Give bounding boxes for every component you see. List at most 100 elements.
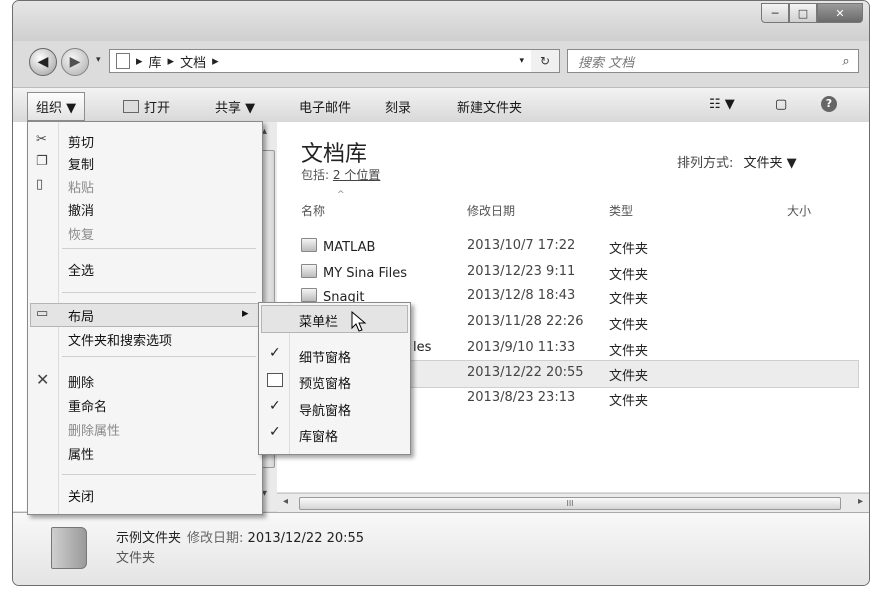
includes-locations-link[interactable]: 2 个位置 [333, 168, 380, 182]
menu-item-undo[interactable]: 撤消 [68, 200, 94, 219]
preview-pane-icon [267, 373, 283, 387]
details-item-name: 示例文件夹 [116, 531, 182, 546]
back-arrow-icon: ◀ [37, 54, 49, 70]
address-row: ◀ ▶ ▾ ▸ 库 ▸ 文档 ▸ ▾ ↻ 搜索 文档 ⌕ [13, 45, 869, 77]
check-icon: ✓ [269, 424, 281, 440]
menu-separator [62, 292, 256, 293]
breadcrumb-separator: ▸ [212, 53, 219, 69]
minimize-button[interactable]: ─ [761, 3, 789, 23]
column-header-size[interactable]: 大小 [787, 202, 811, 219]
scroll-right-icon[interactable]: ▸ [858, 496, 863, 507]
menu-item-library-pane[interactable]: 库窗格 [299, 426, 338, 445]
details-modified-value: 2013/12/22 20:55 [247, 531, 365, 546]
menu-item-paste[interactable]: 粘贴 [68, 177, 94, 196]
file-name: MY Sina Files [301, 264, 407, 281]
file-row[interactable]: MATLAB 2013/10/7 17:22 文件夹 [277, 234, 857, 260]
menu-item-properties[interactable]: 属性 [68, 444, 94, 463]
search-icon[interactable]: ⌕ [834, 54, 858, 69]
check-icon: ✓ [269, 398, 281, 414]
file-type: 文件夹 [609, 292, 649, 307]
breadcrumb-separator: ▸ [136, 53, 143, 69]
refresh-button[interactable]: ↻ [531, 49, 560, 73]
file-name: MATLAB [301, 238, 375, 255]
file-type: 文件夹 [609, 268, 649, 283]
arrange-dropdown[interactable]: 文件夹 ▼ [744, 156, 797, 171]
open-label: 打开 [144, 101, 171, 116]
layout-icon: ▭ [36, 306, 49, 321]
menu-item-copy[interactable]: 复制 [68, 154, 94, 173]
search-input[interactable]: 搜索 文档 ⌕ [567, 49, 859, 73]
column-header-date[interactable]: 修改日期 [467, 202, 515, 219]
organize-button[interactable]: 组织 ▼ [27, 92, 86, 121]
menu-item-folder-options[interactable]: 文件夹和搜索选项 [68, 330, 172, 349]
preview-pane-button[interactable]: ▢ [775, 97, 787, 112]
menu-item-highlight [30, 303, 260, 327]
menu-item-select-all[interactable]: 全选 [68, 260, 94, 279]
breadcrumb-library[interactable]: 库 [149, 52, 162, 71]
folder-large-icon [51, 527, 87, 569]
search-placeholder: 搜索 文档 [578, 55, 635, 71]
delete-icon: ✕ [36, 370, 50, 389]
file-type: 文件夹 [609, 394, 649, 409]
horizontal-scroll-thumb[interactable]: III [299, 497, 841, 510]
back-button[interactable]: ◀ [29, 48, 57, 76]
includes-label: 包括: [301, 168, 330, 182]
address-bar[interactable]: ▸ 库 ▸ 文档 ▸ ▾ [109, 49, 533, 73]
forward-button[interactable]: ▶ [61, 48, 89, 76]
close-button[interactable]: ✕ [817, 3, 863, 23]
mouse-cursor-icon [351, 311, 367, 332]
change-view-button[interactable]: ☷ ▼ [709, 97, 735, 112]
check-icon: ✓ [269, 345, 281, 361]
email-button[interactable]: 电子邮件 [299, 97, 351, 116]
recent-pages-dropdown[interactable]: ▾ [96, 55, 101, 65]
address-dropdown-icon[interactable]: ▾ [519, 56, 524, 66]
open-button[interactable]: 打开 [123, 97, 170, 116]
menu-item-preview-pane[interactable]: 预览窗格 [299, 373, 351, 392]
menu-separator [62, 248, 256, 249]
column-header-type[interactable]: 类型 [609, 202, 633, 219]
folder-icon [301, 238, 317, 252]
cut-icon: ✂ [36, 132, 47, 147]
title-bar[interactable]: ─ □ ✕ [13, 1, 869, 41]
breadcrumb-documents[interactable]: 文档 [180, 52, 206, 71]
column-header-name[interactable]: 名称 [301, 202, 325, 219]
arrange-by: 排列方式: 文件夹 ▼ [677, 152, 797, 171]
scroll-left-icon[interactable]: ◂ [283, 496, 288, 507]
submenu-arrow-icon: ▸ [242, 306, 249, 321]
open-icon [123, 100, 139, 113]
layout-submenu: 菜单栏 ✓ 细节窗格 预览窗格 ✓ 导航窗格 ✓ 库窗格 [258, 302, 411, 455]
menu-item-layout[interactable]: 布局 [68, 306, 94, 325]
horizontal-scrollbar[interactable]: ◂ III ▸ [277, 493, 869, 512]
document-icon [116, 53, 130, 69]
menu-item-remove-properties[interactable]: 删除属性 [68, 420, 120, 439]
menu-item-cut[interactable]: 剪切 [68, 132, 94, 151]
file-type: 文件夹 [609, 344, 649, 359]
menu-item-navigation-pane[interactable]: 导航窗格 [299, 400, 351, 419]
file-date: 2013/10/7 17:22 [467, 238, 576, 253]
menu-item-rename[interactable]: 重命名 [68, 396, 107, 415]
folder-icon [301, 288, 317, 302]
file-row[interactable]: MY Sina Files 2013/12/23 9:11 文件夹 [277, 260, 857, 286]
file-type: 文件夹 [609, 369, 649, 384]
menu-item-menu-bar[interactable]: 菜单栏 [299, 311, 338, 330]
menu-item-details-pane[interactable]: 细节窗格 [299, 347, 351, 366]
menu-item-redo[interactable]: 恢复 [68, 224, 94, 243]
file-date: 2013/12/22 20:55 [467, 365, 584, 380]
file-type: 文件夹 [609, 242, 649, 257]
menu-item-close[interactable]: 关闭 [68, 486, 94, 505]
new-folder-button[interactable]: 新建文件夹 [457, 97, 522, 116]
window-controls: ─ □ ✕ [761, 3, 863, 23]
copy-icon: ❐ [36, 154, 48, 169]
details-name-line: 示例文件夹 修改日期: 2013/12/22 20:55 [116, 527, 364, 546]
library-title: 文档库 [301, 142, 368, 167]
burn-button[interactable]: 刻录 [385, 97, 411, 116]
maximize-button[interactable]: □ [789, 3, 817, 23]
command-bar: 组织 ▼ 打开 共享 ▼ 电子邮件 刻录 新建文件夹 ☷ ▼ ▢ ? [13, 87, 869, 123]
help-button[interactable]: ? [821, 96, 837, 112]
menu-separator [62, 356, 256, 357]
share-button[interactable]: 共享 ▼ [215, 97, 255, 116]
details-item-type: 文件夹 [116, 551, 156, 566]
menu-separator [62, 474, 256, 475]
paste-icon: ▯ [36, 177, 44, 192]
menu-item-delete[interactable]: 删除 [68, 372, 94, 391]
